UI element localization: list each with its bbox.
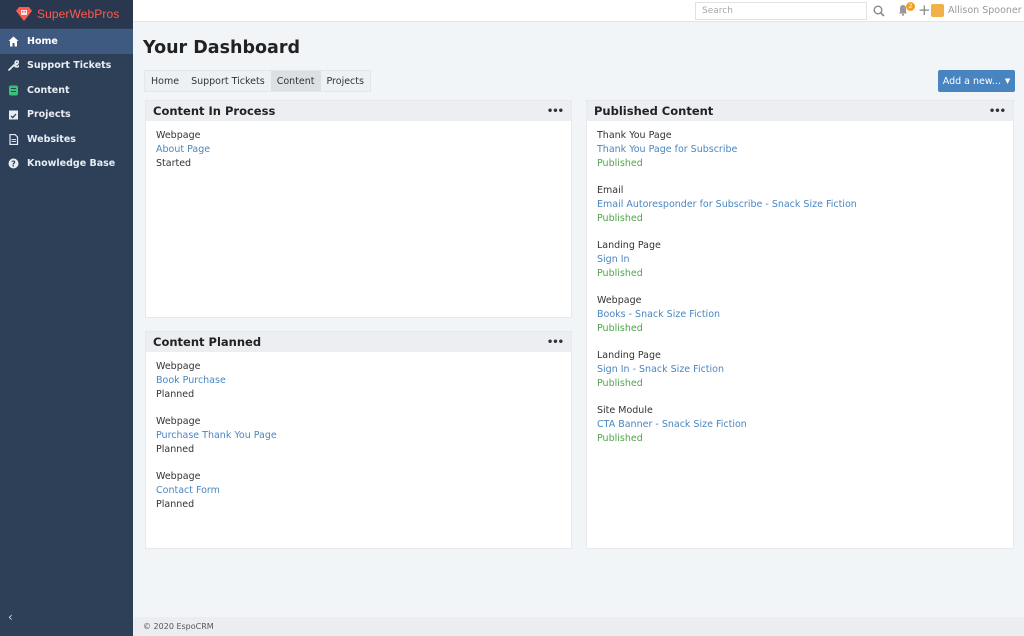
record-link[interactable]: Sign In - Snack Size Fiction (597, 363, 1003, 377)
user-menu[interactable]: Allison Spooner (948, 5, 1022, 16)
footer: © 2020 EspoCRM (133, 617, 1024, 636)
add-new-label: Add a new... (942, 75, 1001, 87)
record-status: Published (597, 378, 643, 389)
record-type: Site Module (597, 405, 653, 416)
panel-body: Webpage Book Purchase Planned Webpage Pu… (146, 352, 571, 533)
caret-down-icon: ▼ (1004, 77, 1011, 85)
list-item: Webpage Purchase Thank You Page Planned (156, 415, 561, 457)
list-item: Site Module CTA Banner - Snack Size Fict… (597, 404, 1003, 446)
list-item: Webpage About Page Started (156, 129, 561, 171)
record-link[interactable]: Email Autoresponder for Subscribe - Snac… (597, 198, 1003, 212)
content-in-process-panel: Content In Process ••• Webpage About Pag… (145, 100, 572, 318)
record-status: Published (597, 323, 643, 334)
record-type: Webpage (156, 130, 201, 141)
sidebar-item-label: Support Tickets (27, 60, 112, 72)
panel-header: Content In Process ••• (146, 101, 571, 121)
list-item: Webpage Books - Snack Size Fiction Publi… (597, 294, 1003, 336)
record-link[interactable]: Purchase Thank You Page (156, 429, 561, 443)
page-title: Your Dashboard (143, 38, 300, 58)
record-status: Published (597, 213, 643, 224)
tab-home[interactable]: Home (145, 71, 185, 91)
wrench-icon (8, 60, 19, 72)
home-icon (8, 36, 19, 47)
record-status: Published (597, 433, 643, 444)
record-type: Thank You Page (597, 130, 672, 141)
record-status: Planned (156, 444, 195, 455)
panel-title: Published Content (594, 104, 714, 118)
tab-support-tickets[interactable]: Support Tickets (185, 71, 271, 91)
panel-body: Thank You Page Thank You Page for Subscr… (587, 121, 1013, 467)
record-type: Webpage (156, 361, 201, 372)
record-status: Planned (156, 389, 195, 400)
sidebar-item-label: Projects (27, 109, 71, 121)
record-status: Published (597, 158, 643, 169)
top-navbar: 2 + Allison Spooner (133, 0, 1024, 22)
record-link[interactable]: Books - Snack Size Fiction (597, 308, 1003, 322)
list-item: Thank You Page Thank You Page for Subscr… (597, 129, 1003, 171)
record-type: Landing Page (597, 240, 661, 251)
sidebar-item-label: Home (27, 35, 58, 47)
sidebar-item-label: Websites (27, 133, 76, 145)
tab-content[interactable]: Content (270, 71, 321, 91)
dashboard-tabs: Home Support Tickets Content Projects (144, 70, 371, 92)
panel-menu-icon[interactable]: ••• (547, 106, 564, 117)
sidebar-item-home[interactable]: Home (0, 29, 133, 54)
brand-name: SuperWebPros (37, 7, 120, 21)
copyright-text: © 2020 EspoCRM (143, 622, 214, 631)
brand-logo[interactable]: SuperWebPros (0, 0, 133, 28)
sidebar-item-content[interactable]: Content (0, 78, 133, 103)
record-type: Landing Page (597, 350, 661, 361)
sidebar-collapse-button[interactable]: ‹ (8, 610, 13, 624)
panel-title: Content In Process (153, 104, 276, 118)
list-item: Webpage Contact Form Planned (156, 470, 561, 512)
sidebar-item-knowledge-base[interactable]: ? Knowledge Base (0, 152, 133, 177)
tab-projects[interactable]: Projects (321, 71, 370, 91)
list-item: Email Email Autoresponder for Subscribe … (597, 184, 1003, 226)
record-link[interactable]: CTA Banner - Snack Size Fiction (597, 418, 1003, 432)
notification-badge: 2 (906, 2, 915, 11)
panel-menu-icon[interactable]: ••• (989, 106, 1006, 117)
calendar-check-icon (8, 109, 19, 120)
sidebar-nav: Home Support Tickets Content Projects We… (0, 29, 133, 176)
record-status: Started (156, 158, 192, 169)
list-item: Webpage Book Purchase Planned (156, 360, 561, 402)
record-status: Published (597, 268, 643, 279)
avatar[interactable] (931, 4, 944, 17)
search-icon[interactable] (873, 5, 885, 17)
svg-text:?: ? (11, 160, 16, 169)
published-content-panel: Published Content ••• Thank You Page Tha… (586, 100, 1014, 549)
panel-body: Webpage About Page Started (146, 121, 571, 192)
record-link[interactable]: Sign In (597, 253, 1003, 267)
question-circle-icon: ? (8, 158, 19, 169)
content-icon (8, 85, 19, 96)
record-type: Webpage (597, 295, 642, 306)
record-link[interactable]: Contact Form (156, 484, 561, 498)
record-type: Webpage (156, 471, 201, 482)
panel-menu-icon[interactable]: ••• (547, 337, 564, 348)
record-link[interactable]: Book Purchase (156, 374, 561, 388)
record-status: Planned (156, 499, 195, 510)
panel-header: Content Planned ••• (146, 332, 571, 352)
list-item: Landing Page Sign In Published (597, 239, 1003, 281)
sidebar-item-projects[interactable]: Projects (0, 103, 133, 128)
sidebar-item-support-tickets[interactable]: Support Tickets (0, 54, 133, 79)
sidebar-item-websites[interactable]: Websites (0, 127, 133, 152)
panel-title: Content Planned (153, 335, 262, 349)
quick-create-button[interactable]: + (918, 1, 931, 19)
content-planned-panel: Content Planned ••• Webpage Book Purchas… (145, 331, 572, 549)
list-item: Landing Page Sign In - Snack Size Fictio… (597, 349, 1003, 391)
record-link[interactable]: Thank You Page for Subscribe (597, 143, 1003, 157)
search-input[interactable] (695, 2, 867, 20)
record-type: Email (597, 185, 624, 196)
sidebar-item-label: Content (27, 84, 70, 96)
sidebar-item-label: Knowledge Base (27, 158, 116, 170)
sidebar: SuperWebPros Home Support Tickets Conten… (0, 0, 133, 636)
gem-icon (16, 7, 32, 21)
add-new-button[interactable]: Add a new... ▼ (938, 70, 1015, 92)
panel-header: Published Content ••• (587, 101, 1013, 121)
record-type: Webpage (156, 416, 201, 427)
document-icon (8, 133, 19, 145)
record-link[interactable]: About Page (156, 143, 561, 157)
